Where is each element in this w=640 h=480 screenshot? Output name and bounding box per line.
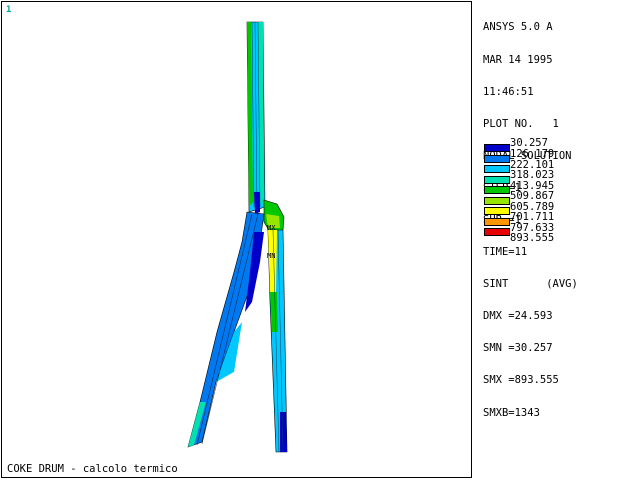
- info-line: SMX =893.555: [483, 374, 559, 387]
- legend-swatch: [484, 186, 510, 194]
- info-line: 11:46:51: [483, 85, 534, 98]
- min-marker: MN: [267, 252, 275, 260]
- legend-value: 126.179: [510, 148, 555, 160]
- legend-value: 413.945: [510, 179, 555, 192]
- legend-first-value: 30.257: [510, 137, 548, 149]
- legend-value: 701.711: [510, 211, 555, 223]
- legend-swatch: [484, 217, 510, 226]
- fe-model-plot: MX MN: [187, 21, 288, 453]
- right-leg-low-band: [280, 412, 287, 452]
- legend-value: 797.633: [510, 221, 555, 234]
- legend-swatch: [484, 165, 510, 173]
- plot-caption: COKE DRUM - calcolo termico: [7, 463, 178, 475]
- legend-swatch: [484, 196, 510, 205]
- info-line: ANSYS 5.0 A: [483, 21, 553, 34]
- legend-value: 893.555: [510, 232, 555, 244]
- legend-value: 318.023: [510, 169, 555, 181]
- info-line: DMX =24.593: [483, 310, 553, 323]
- legend-swatch: [484, 144, 510, 152]
- legend-value: 509.867: [510, 190, 555, 202]
- legend-value: 605.789: [510, 200, 555, 213]
- junction-low-band: [254, 192, 260, 214]
- legend-swatch: [484, 175, 510, 184]
- legend-swatch: [484, 207, 510, 215]
- graphics-viewport[interactable]: 1 MX MN COKE DRUM - calcolo termico: [1, 1, 472, 478]
- legend-swatch: [484, 228, 510, 236]
- max-marker: MX: [267, 224, 276, 232]
- info-line: TIME=11: [483, 246, 528, 259]
- info-line: SMXB=1343: [483, 406, 540, 419]
- info-line: SMN =30.257: [483, 342, 553, 355]
- legend-value: 222.101: [510, 158, 555, 171]
- legend-swatch: [484, 154, 510, 163]
- info-line: MAR 14 1995: [483, 53, 553, 66]
- info-line: PLOT NO. 1: [483, 117, 559, 130]
- info-line: SINT (AVG): [483, 278, 578, 291]
